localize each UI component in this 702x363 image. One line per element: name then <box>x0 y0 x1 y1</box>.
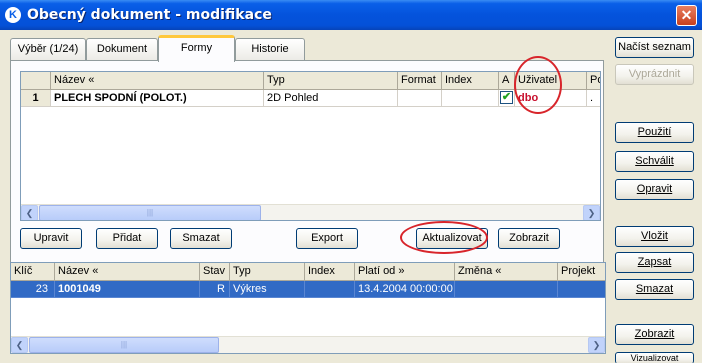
smazat-side-button[interactable]: Smazat <box>615 279 694 300</box>
schvalit-button[interactable]: Schválit <box>615 151 694 172</box>
smazat-forms-button[interactable]: Smazat <box>170 228 232 249</box>
window-client: Výběr (1/24) Dokument Formy Historie Náz… <box>4 30 698 363</box>
pridat-button[interactable]: Přidat <box>96 228 158 249</box>
upravit-button[interactable]: Upravit <box>20 228 82 249</box>
scroll-thumb[interactable]: ||| <box>39 205 261 220</box>
checkbox-a[interactable]: ✔ <box>500 91 513 104</box>
column-header-stav[interactable]: Stav <box>200 263 230 281</box>
cell-index[interactable] <box>442 90 499 107</box>
column-header-nazev[interactable]: Název « <box>51 72 264 90</box>
vyprazdnit-button[interactable]: Vyprázdnit <box>615 64 694 85</box>
tab-formy[interactable]: Formy <box>158 35 235 62</box>
scroll-left-icon[interactable]: ❮ <box>11 337 28 353</box>
column-header-po[interactable]: Po <box>587 72 600 90</box>
tab-vyber[interactable]: Výběr (1/24) <box>10 38 86 60</box>
annotation-ellipse-uzivatel <box>514 56 562 114</box>
title-bar[interactable]: K Obecný dokument - modifikace ✕ <box>0 0 702 30</box>
history-row-selected[interactable]: 23 1001049 R Výkres 13.4.2004 00:00:00 <box>11 281 605 298</box>
row-header-corner <box>21 72 51 90</box>
pouziti-button[interactable]: Použití <box>615 122 694 143</box>
tab-dokument[interactable]: Dokument <box>86 38 158 60</box>
row-number: 1 <box>21 90 51 107</box>
column-header-format[interactable]: Format <box>398 72 442 90</box>
history-hscrollbar[interactable]: ❮ ||| ❯ <box>11 336 605 353</box>
zapsat-button[interactable]: Zapsat <box>615 252 694 273</box>
scroll-left-icon[interactable]: ❮ <box>21 205 38 220</box>
opravit-button[interactable]: Opravit <box>615 179 694 200</box>
cell-typ-hist[interactable]: Výkres <box>230 281 305 298</box>
zobrazit-side-button[interactable]: Zobrazit <box>615 324 694 345</box>
vlozit-button[interactable]: Vložit <box>615 226 694 247</box>
column-header-typ[interactable]: Typ <box>264 72 398 90</box>
tab-panel-formy: Název « Typ Format Index A Uživatel Po 1… <box>10 56 604 290</box>
column-header-zmena[interactable]: Změna « <box>455 263 558 281</box>
app-icon: K <box>5 7 21 23</box>
close-button[interactable]: ✕ <box>676 5 697 26</box>
column-header-nazev-hist[interactable]: Název « <box>55 263 200 281</box>
column-header-projekt[interactable]: Projekt <box>558 263 605 281</box>
nacist-seznam-button[interactable]: Načíst seznam <box>615 37 694 58</box>
partial-button[interactable]: Vizualizovat <box>615 352 694 363</box>
column-header-klic[interactable]: Klíč <box>11 263 55 281</box>
cell-klic[interactable]: 23 <box>11 281 55 298</box>
tab-historie[interactable]: Historie <box>235 38 305 60</box>
cell-plati-od[interactable]: 13.4.2004 00:00:00 <box>355 281 455 298</box>
scroll-right-icon[interactable]: ❯ <box>588 337 605 353</box>
cell-nazev-hist[interactable]: 1001049 <box>55 281 200 298</box>
history-grid[interactable]: Klíč Název « Stav Typ Index Platí od » Z… <box>10 262 606 354</box>
scroll-thumb[interactable]: ||| <box>29 337 219 353</box>
zobrazit-forms-button[interactable]: Zobrazit <box>498 228 560 249</box>
export-button[interactable]: Export <box>296 228 358 249</box>
column-header-index-hist[interactable]: Index <box>305 263 355 281</box>
cell-projekt[interactable] <box>558 281 605 298</box>
cell-stav[interactable]: R <box>200 281 230 298</box>
column-header-index[interactable]: Index <box>442 72 499 90</box>
cell-index-hist[interactable] <box>305 281 355 298</box>
cell-typ[interactable]: 2D Pohled <box>264 90 398 107</box>
forms-hscrollbar[interactable]: ❮ ||| ❯ <box>21 204 600 220</box>
cell-a[interactable]: ✔ <box>499 90 515 107</box>
column-header-plati-od[interactable]: Platí od » <box>355 263 455 281</box>
cell-zmena[interactable] <box>455 281 558 298</box>
scroll-right-icon[interactable]: ❯ <box>583 205 600 220</box>
forms-grid[interactable]: Název « Typ Format Index A Uživatel Po 1… <box>20 71 601 221</box>
window-title: Obecný dokument - modifikace <box>27 7 272 23</box>
cell-nazev[interactable]: PLECH SPODNÍ (POLOT.) <box>51 90 264 107</box>
cell-po[interactable]: . <box>587 90 600 107</box>
column-header-a[interactable]: A <box>499 72 515 90</box>
column-header-typ-hist[interactable]: Typ <box>230 263 305 281</box>
annotation-ellipse-aktualizovat <box>400 221 488 254</box>
cell-format[interactable] <box>398 90 442 107</box>
